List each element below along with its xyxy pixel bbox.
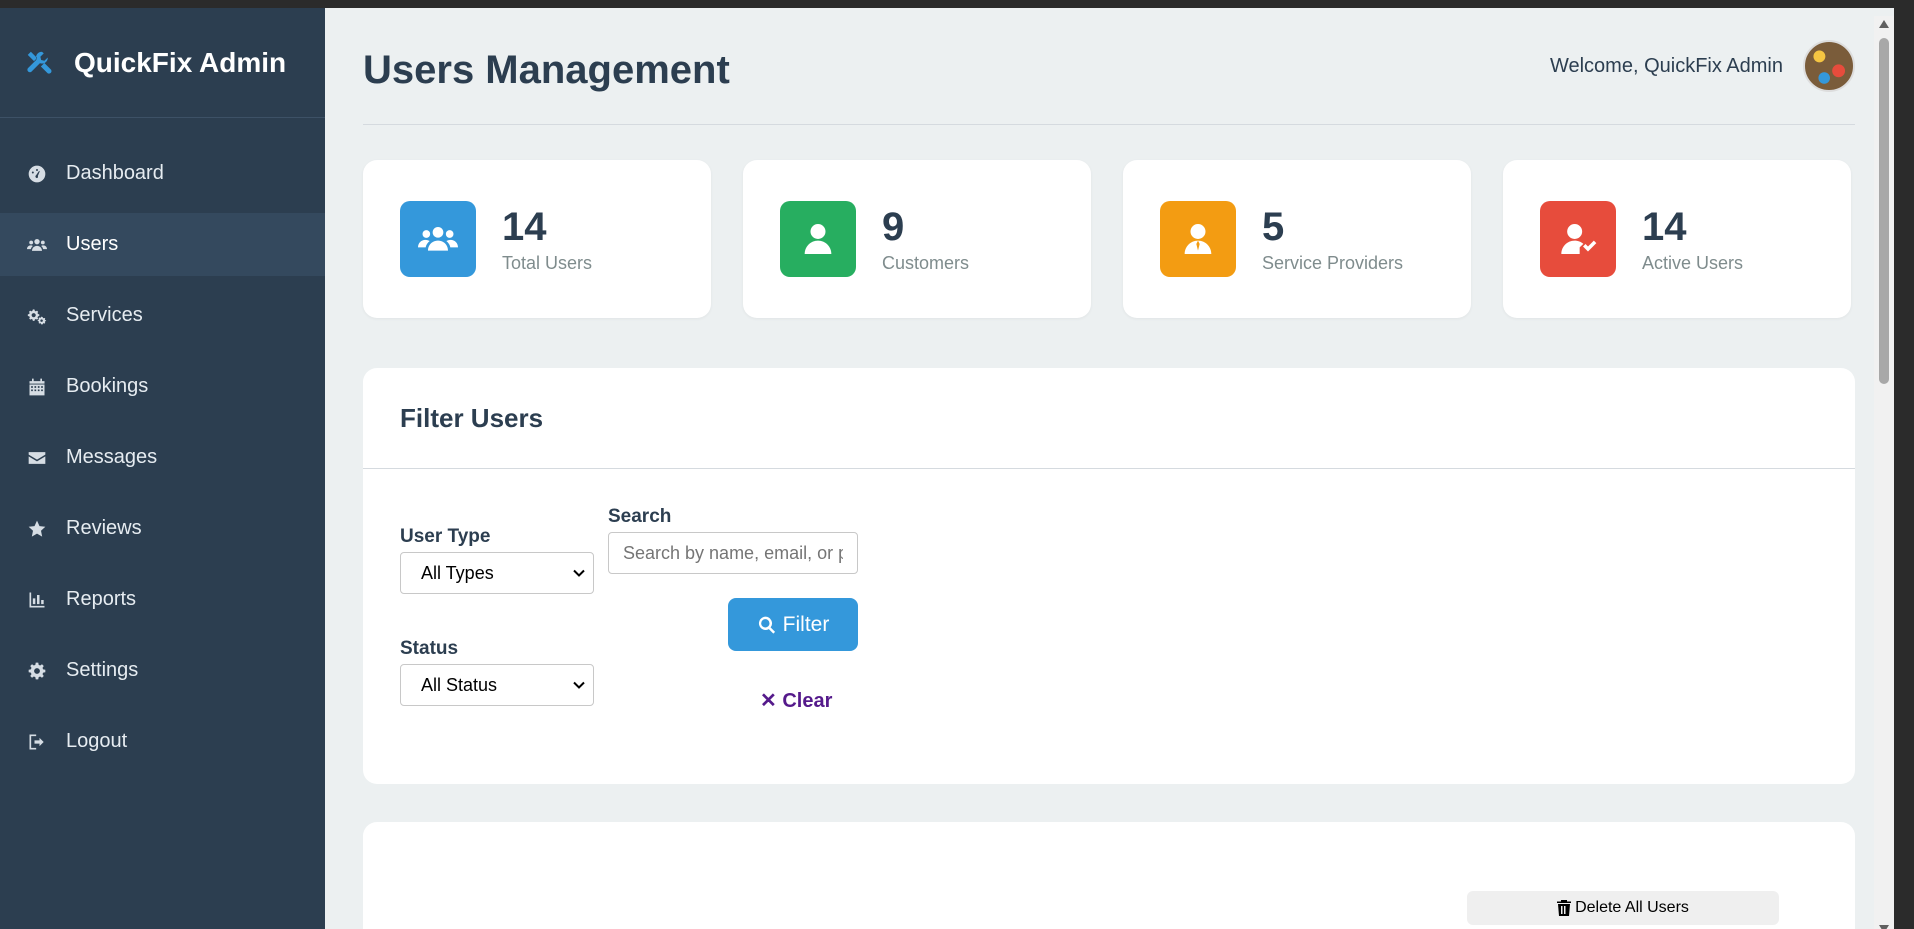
gear-icon [26, 660, 48, 682]
stat-label: Total Users [502, 252, 593, 273]
calendar-icon [26, 376, 48, 398]
status-select[interactable]: All Status [400, 664, 594, 706]
stat-label: Active Users [1642, 252, 1744, 273]
sidebar-item-bookings[interactable]: Bookings [0, 355, 325, 418]
cogs-icon [26, 305, 48, 327]
users-icon [400, 201, 476, 277]
sidebar-item-reviews[interactable]: Reviews [0, 497, 325, 560]
dashboard-icon [26, 163, 48, 185]
scrollbar[interactable] [1874, 16, 1894, 929]
sidebar-item-label: Messages [66, 446, 158, 468]
stat-label: Customers [882, 252, 970, 273]
scroll-thumb[interactable] [1879, 38, 1889, 384]
sidebar-item-services[interactable]: Services [0, 284, 325, 347]
stat-card-total-users: 14 Total Users [363, 160, 711, 318]
sidebar-item-reports[interactable]: Reports [0, 568, 325, 631]
stat-card-customers: 9 Customers [743, 160, 1091, 318]
chevron-down-icon [573, 569, 585, 577]
user-type-select[interactable]: All Types [400, 552, 594, 594]
user-icon [780, 201, 856, 277]
stat-card-service-providers: 5 Service Providers [1123, 160, 1471, 318]
brand-title: QuickFix Admin [74, 46, 287, 78]
delete-all-label: Delete All Users [1575, 899, 1689, 916]
delete-all-users-button[interactable]: Delete All Users [1467, 891, 1779, 925]
page-header: Users Management Welcome, QuickFix Admin [363, 8, 1855, 125]
sidebar-item-users[interactable]: Users [0, 213, 325, 276]
sidebar-item-messages[interactable]: Messages [0, 426, 325, 489]
trash-icon [1557, 900, 1572, 916]
sidebar-item-logout[interactable]: Logout [0, 710, 325, 773]
chevron-down-icon [573, 681, 585, 689]
user-type-label: User Type [400, 526, 491, 547]
user-tie-icon [1160, 201, 1236, 277]
stat-value: 14 [502, 204, 547, 249]
users-table-panel: Delete All Users [363, 822, 1855, 929]
sidebar-item-label: Bookings [66, 375, 149, 397]
filter-header: Filter Users [363, 368, 1855, 469]
filter-button[interactable]: Filter [728, 598, 858, 651]
user-greeting: Welcome, QuickFix Admin [1550, 40, 1855, 92]
sidebar-item-label: Settings [66, 659, 139, 681]
sidebar-item-label: Services [66, 304, 143, 326]
app-window: QuickFix Admin Dashboard Users Services … [0, 8, 1914, 929]
sidebar: QuickFix Admin Dashboard Users Services … [0, 8, 325, 929]
star-icon [26, 518, 48, 540]
search-label: Search [608, 506, 672, 527]
clear-filter-link[interactable]: ✕ Clear [760, 688, 832, 713]
sidebar-item-label: Reviews [66, 517, 142, 539]
sidebar-nav: Dashboard Users Services Bookings Messag… [0, 142, 325, 773]
stat-value: 9 [882, 204, 905, 249]
close-icon: ✕ [760, 690, 777, 712]
tools-icon [27, 51, 52, 74]
stats-row: 14 Total Users 9 Customers 5 Service Pro… [363, 160, 1851, 318]
sidebar-item-dashboard[interactable]: Dashboard [0, 142, 325, 205]
scroll-down-arrow-icon[interactable] [1879, 925, 1889, 929]
envelope-icon [26, 447, 48, 469]
welcome-text: Welcome, QuickFix Admin [1549, 54, 1783, 77]
scroll-up-arrow-icon[interactable] [1879, 20, 1889, 28]
stat-value: 14 [1642, 204, 1687, 249]
brand: QuickFix Admin [0, 8, 325, 118]
users-icon [26, 234, 48, 256]
search-icon [758, 616, 775, 634]
status-label: Status [400, 638, 459, 659]
stat-card-active-users: 14 Active Users [1503, 160, 1851, 318]
filter-button-label: Filter [782, 612, 830, 636]
sidebar-item-settings[interactable]: Settings [0, 639, 325, 702]
filter-panel: Filter Users User Type All Types Search … [363, 368, 1855, 784]
logout-icon [26, 731, 48, 753]
clear-link-label: Clear [782, 690, 833, 712]
sidebar-item-label: Logout [66, 730, 128, 752]
search-input[interactable] [608, 532, 858, 574]
filter-title: Filter Users [400, 402, 544, 433]
avatar[interactable] [1803, 40, 1855, 92]
user-type-value: All Types [421, 562, 494, 583]
sidebar-item-label: Dashboard [66, 162, 164, 184]
sidebar-item-label: Reports [66, 588, 137, 610]
sidebar-item-label: Users [66, 233, 119, 255]
chart-icon [26, 589, 48, 611]
stat-value: 5 [1262, 204, 1285, 249]
user-check-icon [1540, 201, 1616, 277]
stat-label: Service Providers [1262, 252, 1404, 273]
page-title: Users Management [363, 47, 730, 92]
status-value: All Status [421, 674, 498, 695]
main-content: Users Management Welcome, QuickFix Admin… [325, 8, 1894, 929]
